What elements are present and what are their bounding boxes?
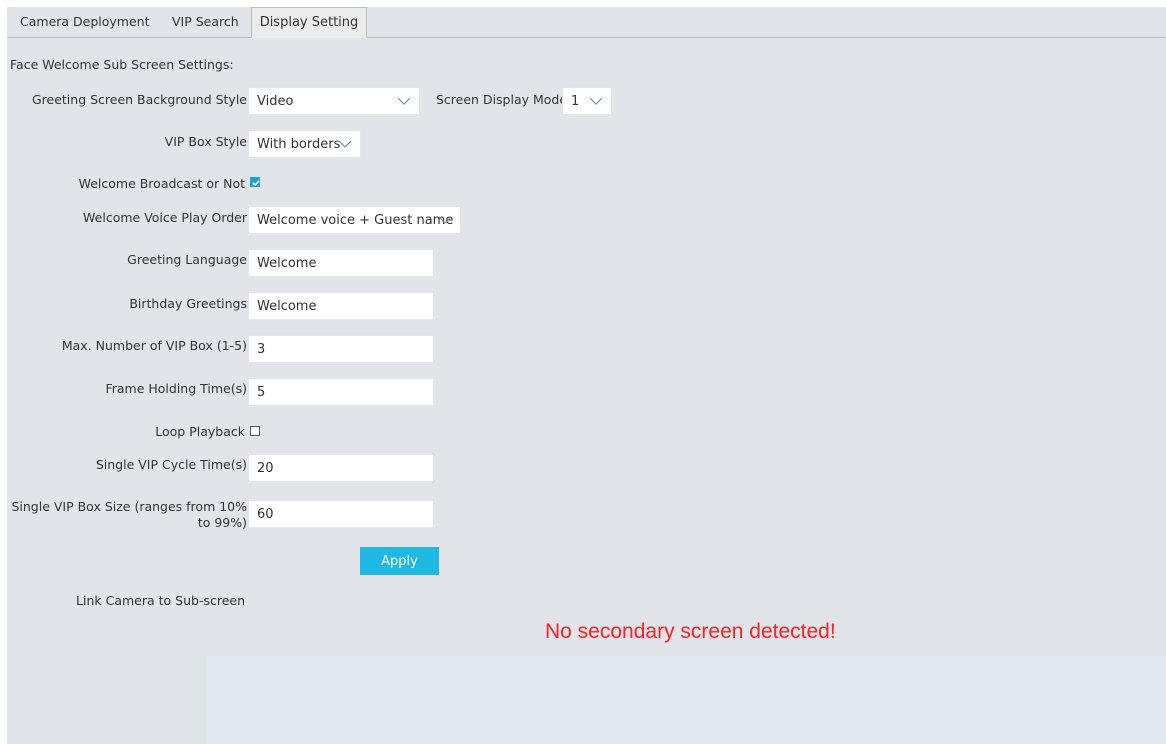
max-vip-box-input[interactable]: 3 — [248, 335, 434, 363]
vip-box-style-select[interactable]: With borders — [248, 130, 361, 158]
max-vip-box-label: Max. Number of VIP Box (1-5) — [61, 338, 247, 353]
single-vip-cycle-label: Single VIP Cycle Time(s) — [95, 457, 247, 472]
loop-playback-label: Loop Playback — [155, 424, 245, 439]
birthday-greetings-input[interactable]: Welcome — [248, 292, 434, 320]
screen-display-mode-value: 1 — [571, 94, 580, 109]
apply-button[interactable]: Apply — [360, 547, 439, 575]
greeting-language-input[interactable]: Welcome — [248, 249, 434, 277]
welcome-broadcast-label: Welcome Broadcast or Not — [78, 176, 245, 191]
frame-holding-time-label: Frame Holding Time(s) — [105, 381, 247, 396]
chevron-down-icon — [438, 216, 452, 224]
greeting-bg-style-value: Video — [257, 94, 294, 109]
screen-display-mode-select[interactable]: 1 — [562, 87, 612, 115]
single-vip-box-size-label: Single VIP Box Size (ranges from 10% to … — [11, 499, 247, 530]
welcome-broadcast-checkbox[interactable] — [250, 177, 260, 187]
voice-play-order-select[interactable]: Welcome voice + Guest name — [248, 206, 461, 234]
tab-bar: Camera Deployment VIP Search Display Set… — [7, 7, 1166, 38]
voice-play-order-value: Welcome voice + Guest name — [257, 213, 454, 228]
link-camera-label: Link Camera to Sub-screen — [76, 593, 245, 608]
frame-holding-time-input[interactable]: 5 — [248, 378, 434, 406]
greeting-bg-style-select[interactable]: Video — [248, 87, 420, 115]
chevron-down-icon — [397, 97, 411, 105]
loop-playback-checkbox[interactable] — [250, 426, 260, 436]
birthday-greetings-label: Birthday Greetings — [129, 296, 247, 311]
chevron-down-icon — [338, 140, 352, 148]
tab-display-setting[interactable]: Display Setting — [251, 7, 367, 38]
display-setting-page: Camera Deployment VIP Search Display Set… — [7, 7, 1166, 744]
voice-play-order-label: Welcome Voice Play Order — [83, 210, 247, 225]
greeting-bg-style-label: Greeting Screen Background Style — [31, 92, 247, 107]
single-vip-cycle-input[interactable]: 20 — [248, 454, 434, 482]
greeting-language-label: Greeting Language — [127, 252, 247, 267]
chevron-down-icon — [589, 97, 603, 105]
sub-screen-preview-area — [206, 656, 1166, 744]
single-vip-box-size-input[interactable]: 60 — [248, 500, 434, 528]
checkmark-icon — [252, 180, 260, 187]
vip-box-style-value: With borders — [257, 137, 341, 152]
no-secondary-screen-message: No secondary screen detected! — [545, 620, 836, 643]
screen-display-mode-label: Screen Display Mode — [436, 92, 568, 107]
section-title: Face Welcome Sub Screen Settings: — [10, 57, 234, 72]
vip-box-style-label: VIP Box Style — [164, 134, 247, 149]
tab-camera-deployment[interactable]: Camera Deployment — [20, 7, 150, 37]
tab-vip-search[interactable]: VIP Search — [172, 7, 239, 37]
